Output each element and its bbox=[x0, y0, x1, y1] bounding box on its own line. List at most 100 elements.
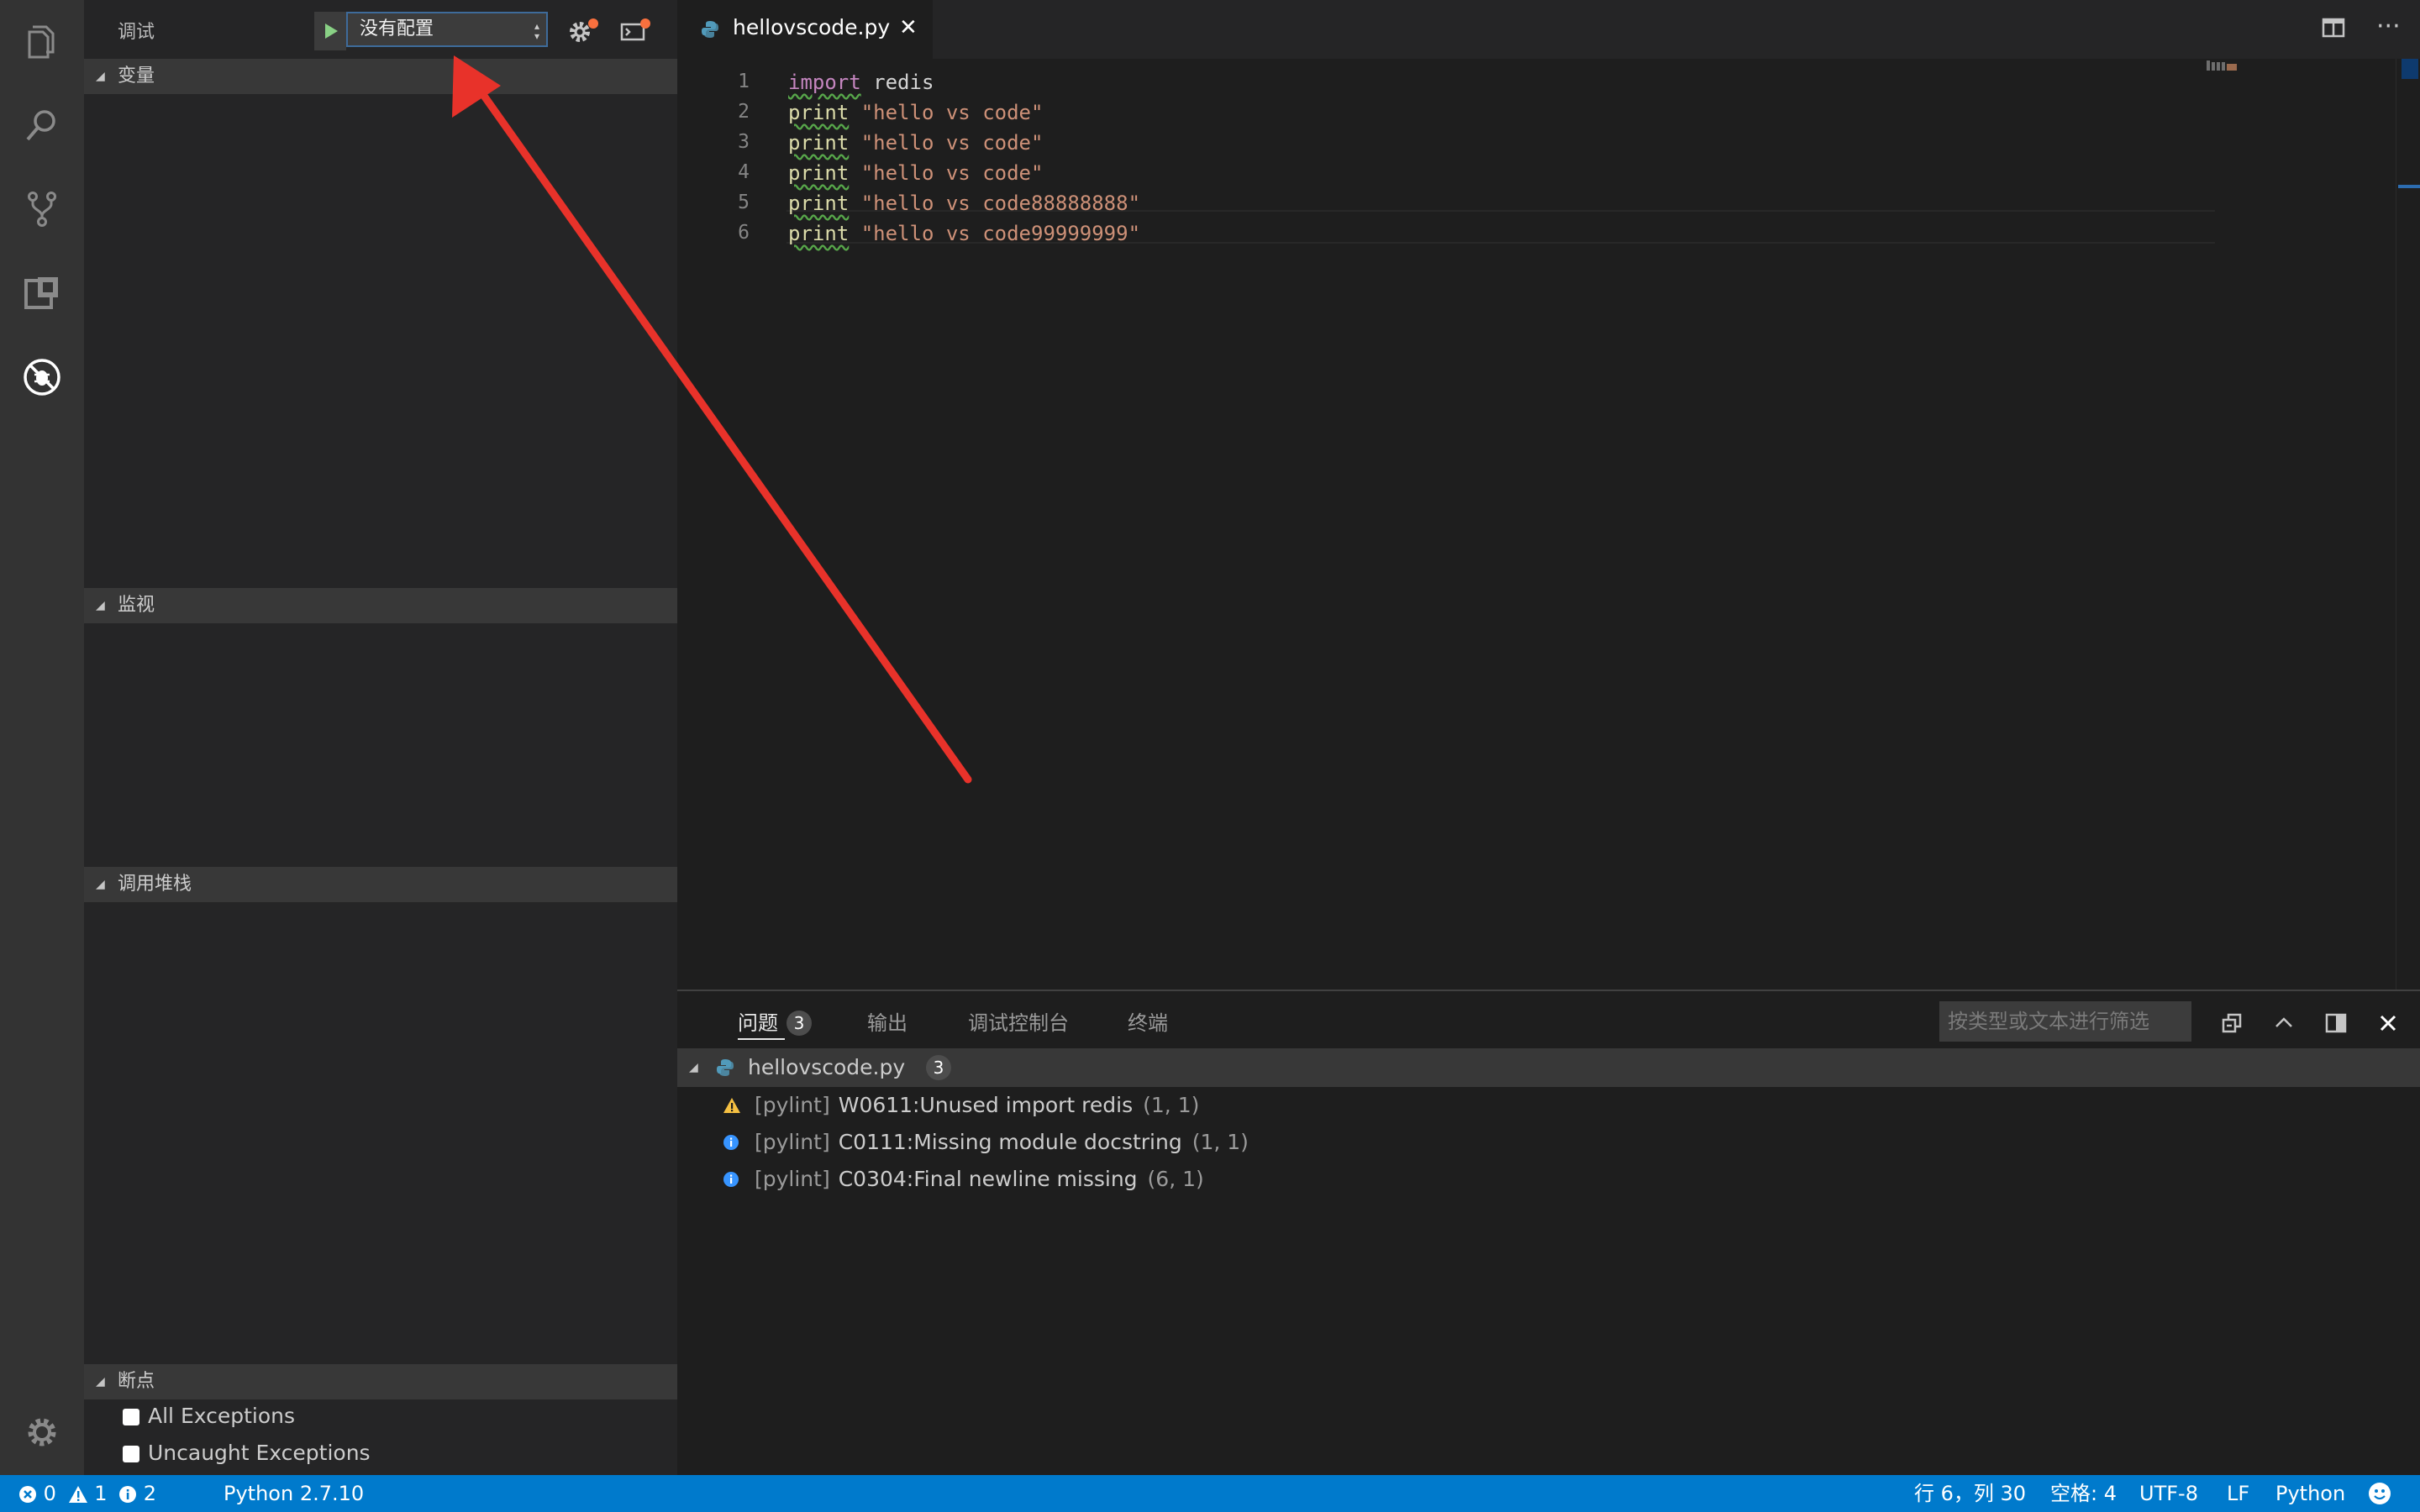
breakpoint-all-exceptions[interactable]: All Exceptions bbox=[123, 1399, 295, 1433]
split-editor-icon[interactable] bbox=[2321, 15, 2349, 44]
breakpoint-checkbox[interactable] bbox=[123, 1409, 139, 1425]
problem-row[interactable]: [pylint] C0304:Final newline missing (6, 1… bbox=[723, 1161, 1204, 1198]
explorer-icon[interactable] bbox=[21, 20, 63, 62]
code-line[interactable]: print "hello vs code99999999" bbox=[788, 222, 1140, 245]
code-line[interactable]: print "hello vs code88888888" bbox=[788, 192, 1140, 215]
watch-label: 监视 bbox=[118, 595, 155, 616]
problem-message: C0111:Missing module docstring bbox=[838, 1130, 1182, 1154]
debug-toolbar: 调试 没有配置 ▴ ▾ bbox=[84, 0, 677, 59]
sidebar-title: 调试 bbox=[118, 22, 155, 43]
close-panel-icon[interactable] bbox=[2371, 1006, 2405, 1040]
code-keyword: print bbox=[788, 161, 850, 185]
collapse-triangle-icon: ◢ bbox=[689, 1061, 698, 1074]
code-keyword: print bbox=[788, 101, 850, 124]
code-text: redis bbox=[860, 71, 934, 94]
problem-row[interactable]: [pylint] C0111:Missing module docstring (1… bbox=[723, 1124, 1249, 1161]
problems-status-item[interactable]: 0 1 2 bbox=[18, 1475, 156, 1512]
breakpoint-label: Uncaught Exceptions bbox=[148, 1441, 371, 1465]
source-control-icon[interactable] bbox=[21, 188, 63, 230]
toggle-panel-position-icon[interactable] bbox=[2319, 1006, 2353, 1040]
debug-config-value: 没有配置 bbox=[360, 18, 434, 39]
tab-problems-label: 问题 bbox=[738, 1011, 778, 1035]
code-line[interactable]: import redis bbox=[788, 71, 934, 94]
play-icon bbox=[325, 24, 338, 39]
collapse-triangle-icon: ◢ bbox=[96, 70, 105, 83]
code-text: "hello vs code88888888" bbox=[849, 192, 1141, 215]
code-keyword: import bbox=[788, 71, 861, 94]
tab-hellovscode[interactable]: hellovscode.py ✕ bbox=[677, 0, 933, 59]
bottom-panel: 问题 3 输出 调试控制台 终端 ◢ hellovscode.py 3 [pyli… bbox=[677, 990, 2420, 1477]
open-launch-json-button[interactable] bbox=[565, 13, 598, 47]
active-tab-underline bbox=[738, 1038, 785, 1040]
warning-icon bbox=[68, 1486, 87, 1503]
settings-gear-icon[interactable] bbox=[21, 1411, 63, 1453]
maximize-panel-icon[interactable] bbox=[2267, 1006, 2301, 1040]
status-bar: 0 1 2 Python 2.7.10 行 6，列 30 空格: 4 UTF-8… bbox=[0, 1475, 2420, 1512]
call-stack-section-header[interactable]: ◢ 调用堆栈 bbox=[84, 867, 677, 902]
debug-icon[interactable] bbox=[21, 356, 63, 398]
python-file-icon bbox=[717, 1059, 734, 1076]
code-keyword: print bbox=[788, 131, 850, 155]
problems-file-row[interactable]: ◢ hellovscode.py 3 bbox=[677, 1048, 2420, 1087]
watch-section-header[interactable]: ◢ 监视 bbox=[84, 588, 677, 623]
cursor-position[interactable]: 行 6，列 30 bbox=[1914, 1475, 2026, 1512]
info-icon bbox=[119, 1486, 137, 1503]
feedback-smiley-icon[interactable] bbox=[2368, 1482, 2391, 1510]
code-editor[interactable]: 1 2 3 4 5 6 import redis print "hello vs code"… bbox=[677, 59, 2420, 990]
debug-console-button[interactable] bbox=[617, 13, 650, 47]
problem-source: [pylint] bbox=[755, 1093, 830, 1117]
collapse-all-icon[interactable] bbox=[2215, 1006, 2249, 1040]
breakpoint-label: All Exceptions bbox=[148, 1404, 295, 1428]
editor-tab-bar: hellovscode.py ✕ ··· bbox=[677, 0, 2420, 59]
tab-problems[interactable]: 问题 3 bbox=[738, 1006, 812, 1036]
tab-close-icon[interactable]: ✕ bbox=[899, 15, 918, 40]
code-keyword: print bbox=[788, 222, 850, 245]
minimap[interactable] bbox=[2202, 59, 2252, 76]
problem-position: (1, 1) bbox=[1143, 1093, 1200, 1117]
code-keyword: print bbox=[788, 192, 850, 215]
tab-debug-console[interactable]: 调试控制台 bbox=[968, 1006, 1069, 1036]
problem-position: (6, 1) bbox=[1147, 1167, 1204, 1191]
config-dot-badge bbox=[588, 18, 598, 29]
encoding[interactable]: UTF-8 bbox=[2139, 1475, 2198, 1512]
problems-count-badge: 3 bbox=[786, 1011, 812, 1036]
language-mode[interactable]: Python bbox=[2275, 1475, 2345, 1512]
tab-title: hellovscode.py bbox=[733, 15, 891, 39]
python-interpreter[interactable]: Python 2.7.10 bbox=[224, 1475, 364, 1512]
vertical-scrollbar[interactable] bbox=[2396, 59, 2420, 990]
breakpoints-section-header[interactable]: ◢ 断点 bbox=[84, 1364, 677, 1399]
problem-message: W0611:Unused import redis bbox=[838, 1093, 1134, 1117]
problems-filter-input[interactable] bbox=[1939, 1001, 2191, 1042]
code-text: "hello vs code" bbox=[849, 101, 1044, 124]
call-stack-label: 调用堆栈 bbox=[118, 874, 192, 895]
extensions-icon[interactable] bbox=[21, 272, 63, 314]
indentation[interactable]: 空格: 4 bbox=[2050, 1475, 2117, 1512]
warning-count: 1 bbox=[94, 1482, 108, 1505]
start-debugging-button[interactable] bbox=[314, 12, 346, 50]
code-text: "hello vs code" bbox=[849, 131, 1044, 155]
line-ending[interactable]: LF bbox=[2227, 1475, 2249, 1512]
scrollbar-cursor-marker bbox=[2398, 185, 2420, 188]
search-icon[interactable] bbox=[21, 104, 63, 146]
line-number: 2 bbox=[738, 101, 750, 123]
variables-label: 变量 bbox=[118, 66, 155, 87]
activity-bar bbox=[0, 0, 84, 1475]
code-text: "hello vs code" bbox=[849, 161, 1044, 185]
scrollbar-marker bbox=[2402, 59, 2418, 79]
breakpoint-checkbox[interactable] bbox=[123, 1446, 139, 1462]
breakpoints-label: 断点 bbox=[118, 1371, 155, 1392]
error-count: 0 bbox=[43, 1482, 56, 1505]
code-line[interactable]: print "hello vs code" bbox=[788, 131, 1043, 155]
tab-terminal[interactable]: 终端 bbox=[1128, 1006, 1168, 1036]
code-line[interactable]: print "hello vs code" bbox=[788, 101, 1043, 124]
breakpoint-uncaught-exceptions[interactable]: Uncaught Exceptions bbox=[123, 1436, 371, 1470]
line-number: 1 bbox=[738, 71, 750, 92]
variables-section-header[interactable]: ◢ 变量 bbox=[84, 59, 677, 94]
problem-row[interactable]: [pylint] W0611:Unused import redis (1, 1) bbox=[723, 1087, 1200, 1124]
problem-position: (1, 1) bbox=[1192, 1130, 1249, 1154]
tab-output[interactable]: 输出 bbox=[867, 1006, 908, 1036]
code-line[interactable]: print "hello vs code" bbox=[788, 161, 1043, 185]
python-file-icon bbox=[702, 21, 718, 38]
more-actions-icon[interactable]: ··· bbox=[2376, 12, 2401, 41]
debug-config-select[interactable]: 没有配置 ▴ ▾ bbox=[346, 12, 548, 47]
